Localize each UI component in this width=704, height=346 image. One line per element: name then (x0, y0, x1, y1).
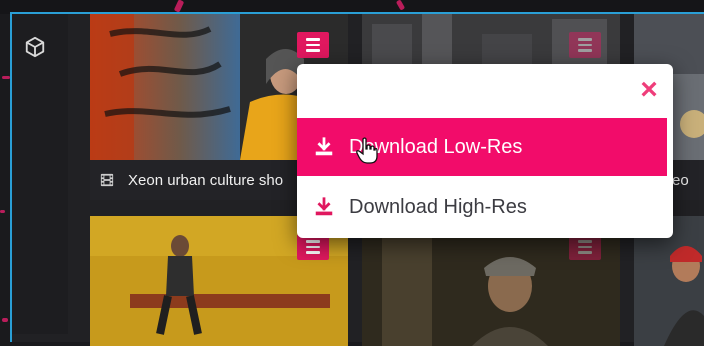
download-icon (315, 197, 333, 216)
card-title: Xeon urban culture sho (128, 171, 284, 189)
download-low-res-option[interactable]: Download Low-Res (297, 118, 667, 176)
download-menu-popup: × Download Low-Res Download High-Res (297, 64, 673, 238)
download-icon (315, 137, 333, 156)
backdrop-scribble (2, 76, 10, 79)
backdrop-scribble (2, 318, 8, 322)
film-icon (100, 173, 114, 187)
card-menu-button[interactable] (297, 32, 329, 58)
download-high-res-option[interactable]: Download High-Res (297, 178, 667, 236)
hand-cursor-icon (356, 137, 378, 164)
backdrop-scribble (0, 210, 5, 213)
cube-icon[interactable] (24, 36, 46, 58)
card-menu-button[interactable] (569, 32, 601, 58)
download-high-res-label: Download High-Res (349, 195, 527, 218)
close-icon[interactable]: × (637, 75, 661, 105)
sidebar (12, 14, 68, 334)
